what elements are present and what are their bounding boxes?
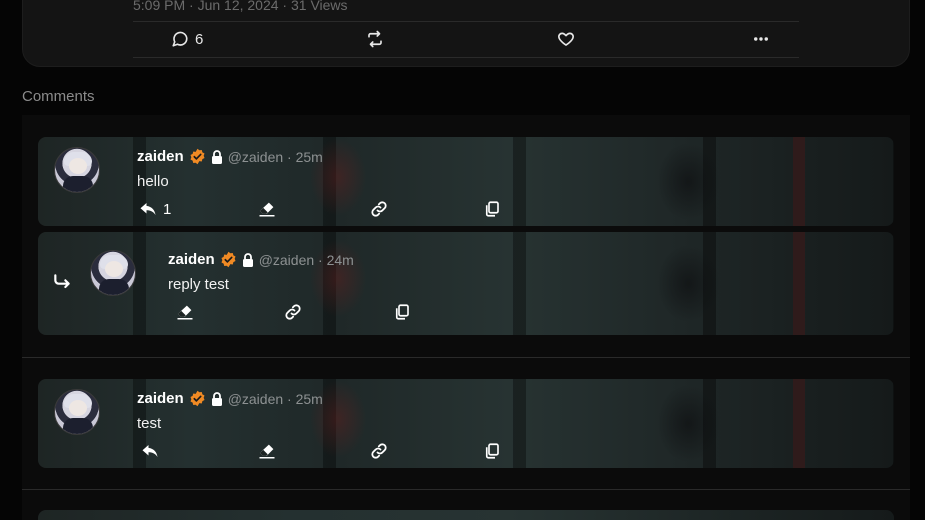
author-name[interactable]: zaiden xyxy=(168,251,215,268)
reply-button[interactable] xyxy=(141,442,159,460)
reply-icon xyxy=(140,203,156,215)
post-actions-bottom-divider xyxy=(133,57,799,58)
reply-button[interactable]: 1 xyxy=(139,200,171,218)
comment-header: zaiden @zaiden · 25m xyxy=(137,148,323,165)
comment-card: zaiden @zaiden · 25m hello 1 xyxy=(38,137,894,226)
eraser-icon xyxy=(259,444,275,459)
copy-icon xyxy=(485,201,499,217)
reply-card: zaiden @zaiden · 24m reply test xyxy=(38,232,894,335)
reply-icon xyxy=(142,445,158,457)
lock-icon xyxy=(211,149,222,164)
lock-icon xyxy=(242,252,253,267)
more-button[interactable] xyxy=(752,28,770,50)
author-name[interactable]: zaiden xyxy=(137,148,184,165)
copy-link-button[interactable] xyxy=(284,303,302,321)
reply-arrow-icon xyxy=(54,274,70,289)
link-icon xyxy=(285,304,301,320)
eraser-icon xyxy=(259,202,275,217)
retweet-button[interactable] xyxy=(366,28,384,50)
author-name[interactable]: zaiden xyxy=(137,390,184,407)
link-icon xyxy=(371,201,387,217)
copy-icon xyxy=(485,443,499,459)
post-actions-top-divider xyxy=(133,21,799,22)
comment-icon xyxy=(172,31,188,47)
avatar[interactable] xyxy=(54,147,100,193)
comment-actions xyxy=(176,303,476,323)
avatar[interactable] xyxy=(90,250,136,296)
author-handle-time[interactable]: @zaiden · 25m xyxy=(228,391,323,407)
thread-divider xyxy=(22,489,910,490)
comment-text: reply test xyxy=(168,276,229,293)
copy-icon xyxy=(395,304,409,320)
delete-button[interactable] xyxy=(258,200,276,218)
delete-button[interactable] xyxy=(258,442,276,460)
comment-button[interactable]: 6 xyxy=(171,28,203,50)
comment-card-partial xyxy=(38,510,894,520)
thread-divider xyxy=(22,357,910,358)
post-meta: 5:09 PM · Jun 12, 2024 · 31 Views xyxy=(133,0,348,13)
heart-icon xyxy=(558,32,574,46)
author-handle-time[interactable]: @zaiden · 25m xyxy=(228,149,323,165)
copy-button[interactable] xyxy=(393,303,411,321)
comment-text: test xyxy=(137,415,162,432)
link-icon xyxy=(371,443,387,459)
comment-actions: 1 xyxy=(137,200,517,220)
copy-link-button[interactable] xyxy=(370,442,388,460)
copy-link-button[interactable] xyxy=(370,200,388,218)
comments-heading: Comments xyxy=(22,88,95,105)
copy-button[interactable] xyxy=(483,200,501,218)
more-icon xyxy=(754,37,768,41)
verified-badge-icon xyxy=(221,251,236,268)
comment-header: zaiden @zaiden · 25m xyxy=(137,390,323,407)
eraser-icon xyxy=(177,305,193,320)
comment-text: hello xyxy=(137,173,169,190)
author-handle-time[interactable]: @zaiden · 24m xyxy=(259,252,354,268)
verified-badge-icon xyxy=(190,148,205,165)
post-actions: 6 xyxy=(133,28,799,52)
like-button[interactable] xyxy=(557,28,575,50)
avatar[interactable] xyxy=(54,389,100,435)
lock-icon xyxy=(211,391,222,406)
comment-card: zaiden @zaiden · 25m test xyxy=(38,379,894,468)
comment-actions xyxy=(137,442,517,462)
retweet-icon xyxy=(368,30,382,48)
copy-button[interactable] xyxy=(483,442,501,460)
reply-count: 1 xyxy=(163,200,172,218)
verified-badge-icon xyxy=(190,390,205,407)
delete-button[interactable] xyxy=(176,303,194,321)
comment-count: 6 xyxy=(195,30,204,48)
post-card: 5:09 PM · Jun 12, 2024 · 31 Views 6 xyxy=(22,0,910,67)
comment-header: zaiden @zaiden · 24m xyxy=(168,251,354,268)
